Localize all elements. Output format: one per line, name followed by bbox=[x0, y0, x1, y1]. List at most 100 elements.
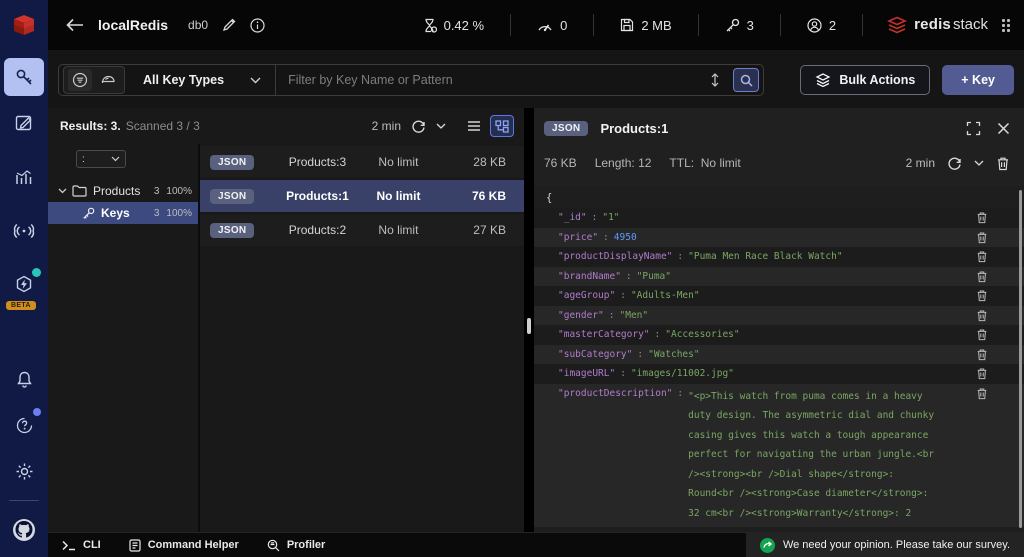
nav-notifications[interactable] bbox=[4, 360, 44, 398]
profiler-button[interactable]: Profiler bbox=[253, 533, 340, 557]
remove-field-icon[interactable] bbox=[976, 387, 988, 400]
close-icon[interactable] bbox=[997, 122, 1010, 135]
json-viewer: { "_id" : "1" "price" : 4950 "productDis… bbox=[534, 186, 1024, 532]
gauge-icon bbox=[537, 19, 553, 32]
remove-field-icon[interactable] bbox=[976, 328, 988, 341]
tree-panel: : Products 3100% bbox=[48, 144, 200, 532]
delete-key-icon[interactable] bbox=[996, 156, 1010, 171]
resize-handle[interactable] bbox=[527, 318, 531, 334]
remove-field-icon[interactable] bbox=[976, 309, 988, 322]
survey-banner[interactable]: We need your opinion. Please take our su… bbox=[746, 533, 1024, 557]
nav-settings[interactable] bbox=[4, 452, 44, 490]
panel-resize-divider[interactable] bbox=[524, 108, 534, 532]
remove-field-icon[interactable] bbox=[976, 250, 988, 263]
remove-field-icon[interactable] bbox=[976, 348, 988, 361]
detail-refresh-time: 2 min bbox=[906, 156, 935, 170]
key-type-badge: JSON bbox=[210, 223, 254, 238]
key-list-item[interactable]: JSON Products:1 No limit 76 KB bbox=[200, 180, 524, 212]
chevron-down-icon bbox=[250, 77, 261, 84]
document-icon bbox=[129, 539, 141, 552]
bulk-actions-button[interactable]: Bulk Actions bbox=[800, 65, 930, 95]
remove-field-icon[interactable] bbox=[976, 367, 988, 380]
key-ttl: No limit bbox=[376, 189, 420, 203]
json-field-key: "brandName" bbox=[558, 270, 621, 284]
command-helper-button[interactable]: Command Helper bbox=[115, 533, 253, 557]
caret-down-icon[interactable] bbox=[56, 188, 68, 194]
pubsub-icon bbox=[13, 223, 35, 239]
tree-node-products[interactable]: Products 3100% bbox=[48, 180, 198, 202]
refresh-options-chevron-icon[interactable] bbox=[436, 123, 446, 129]
nav-workbench[interactable] bbox=[4, 104, 44, 142]
fullscreen-icon[interactable] bbox=[966, 121, 981, 136]
key-type-badge: JSON bbox=[210, 189, 254, 204]
app-header: localRedis db0 0.42 % 0 2 MB bbox=[0, 0, 1024, 50]
key-icon bbox=[725, 18, 740, 33]
more-menu-icon[interactable] bbox=[1002, 19, 1010, 32]
redis-cube-icon bbox=[11, 13, 37, 37]
stat-keys: 3 bbox=[699, 18, 780, 33]
redis-stack-icon bbox=[887, 16, 907, 34]
key-list-item[interactable]: JSON Products:3 No limit 28 KB bbox=[200, 146, 524, 178]
json-field-row: "price" : 4950 bbox=[534, 228, 1024, 248]
key-type-select[interactable]: All Key Types bbox=[133, 65, 275, 95]
search-icon[interactable] bbox=[733, 68, 759, 92]
key-details-panel: JSON Products:1 76 KB Length: 12 TTL: bbox=[534, 108, 1024, 532]
tree-view-icon[interactable] bbox=[490, 115, 514, 137]
json-field-value: "Puma Men Race Black Watch" bbox=[688, 250, 842, 264]
lightning-icon bbox=[14, 275, 34, 295]
results-header: Results: 3. Scanned 3 / 3 2 min bbox=[48, 108, 524, 144]
remove-field-icon[interactable] bbox=[976, 211, 988, 224]
tree-node-keys[interactable]: Keys 3100% bbox=[48, 202, 198, 224]
key-name: Products:3 bbox=[289, 155, 346, 169]
key-list: JSON Products:3 No limit 28 KB JSON Prod… bbox=[200, 144, 524, 532]
key-name: Products:2 bbox=[289, 223, 346, 237]
json-field-value: "Men" bbox=[620, 309, 649, 323]
add-key-button[interactable]: + Key bbox=[942, 65, 1014, 95]
ttl-block: TTL: No limit bbox=[669, 156, 740, 170]
nav-github[interactable] bbox=[4, 511, 44, 549]
back-arrow-icon[interactable] bbox=[66, 18, 84, 32]
nav-analytics[interactable] bbox=[4, 158, 44, 196]
list-view-icon[interactable] bbox=[462, 115, 486, 137]
vertical-scrollbar[interactable] bbox=[1019, 190, 1022, 528]
cli-button[interactable]: CLI bbox=[48, 533, 115, 557]
json-field-row: "ageGroup" : "Adults-Men" bbox=[534, 286, 1024, 306]
sort-updown-icon[interactable] bbox=[703, 69, 727, 91]
key-type-filter-icon[interactable] bbox=[68, 69, 92, 91]
nav-browser[interactable] bbox=[4, 58, 44, 96]
remove-field-icon[interactable] bbox=[976, 231, 988, 244]
key-size: 27 KB bbox=[473, 223, 506, 237]
json-rows: "_id" : "1" "price" : 4950 "productDispl… bbox=[534, 208, 1024, 527]
json-open-brace: { bbox=[534, 186, 1024, 208]
remove-field-icon[interactable] bbox=[976, 289, 988, 302]
key-ttl: No limit bbox=[378, 155, 418, 169]
refresh-options-chevron-icon[interactable] bbox=[974, 160, 984, 166]
notification-dot bbox=[33, 408, 41, 416]
redis-logo bbox=[0, 0, 48, 50]
refresh-icon[interactable] bbox=[947, 156, 962, 171]
detail-key-name: Products:1 bbox=[600, 121, 668, 136]
key-size: 76 KB bbox=[472, 189, 506, 203]
nav-pubsub[interactable] bbox=[4, 212, 44, 250]
json-field-value: 4950 bbox=[614, 231, 637, 245]
key-search-input[interactable] bbox=[276, 73, 703, 87]
info-icon[interactable] bbox=[250, 18, 265, 33]
nav-triggers-functions[interactable]: BETA bbox=[4, 266, 44, 304]
key-size: 28 KB bbox=[473, 155, 506, 169]
remove-field-icon[interactable] bbox=[976, 270, 988, 283]
edit-pencil-icon[interactable] bbox=[222, 18, 236, 32]
json-field-value: "Adults-Men" bbox=[631, 289, 700, 303]
refresh-icon[interactable] bbox=[411, 119, 426, 134]
delimiter-select[interactable]: : bbox=[76, 150, 126, 168]
main-content: All Key Types Bulk Actions + Key bbox=[48, 50, 1024, 532]
database-index: db0 bbox=[188, 18, 208, 32]
json-field-row: "imageURL" : "images/11002.jpg" bbox=[534, 364, 1024, 384]
json-field-value: "<p>This watch from puma comes in a heav… bbox=[688, 387, 940, 524]
json-field-key: "gender" bbox=[558, 309, 604, 323]
json-field-value: "Accessories" bbox=[665, 328, 739, 342]
json-field-row: "subCategory" : "Watches" bbox=[534, 345, 1024, 365]
nav-help[interactable] bbox=[4, 406, 44, 444]
analytics-icon bbox=[14, 167, 34, 187]
key-list-item[interactable]: JSON Products:2 No limit 27 KB bbox=[200, 214, 524, 246]
search-by-values-icon[interactable] bbox=[96, 69, 120, 91]
